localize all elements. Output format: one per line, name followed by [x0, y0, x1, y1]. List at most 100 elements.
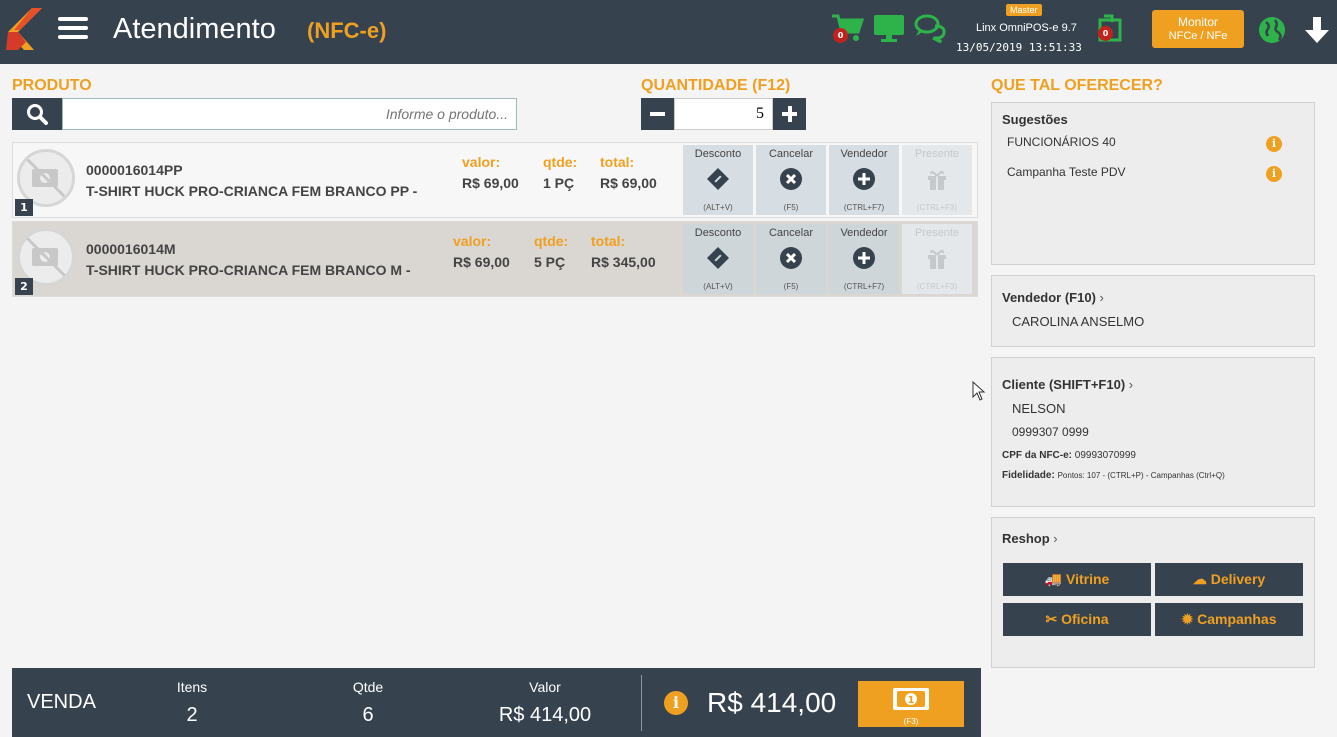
item-code: 0000016014PP [86, 162, 183, 178]
add-icon [853, 247, 875, 269]
grand-total: R$ 414,00 [707, 687, 837, 718]
monitor-icon[interactable] [872, 12, 906, 44]
product-search-input[interactable] [62, 98, 517, 130]
cancel-icon [780, 247, 802, 269]
datetime-text: 13/05/2019 13:51:33 [956, 41, 1082, 54]
cancelar-key: (F5) [783, 282, 799, 291]
cancelar-button[interactable]: Cancelar (F5) [756, 224, 826, 294]
campanhas-button[interactable]: ✹ Campanhas [1155, 603, 1303, 636]
quantity-decrease-button[interactable] [641, 98, 674, 130]
chat-icon[interactable] [913, 12, 947, 44]
info-icon[interactable]: i [1266, 166, 1282, 182]
logo [6, 8, 42, 50]
item-description: T-SHIRT HUCK PRO-CRIANCA FEM BRANCO M - [86, 262, 411, 278]
vendedor-button[interactable]: Vendedor (CTRL+F7) [829, 224, 899, 294]
truck-icon: 🚚 [1044, 571, 1063, 587]
version-text: Linx OmniPOS-e 9.7 [976, 22, 1077, 34]
vendedor-label: Vendedor [840, 148, 888, 160]
item-qtde-label: qtde: [534, 233, 569, 249]
presente-button[interactable]: Presente (CTRL+F3) [902, 145, 972, 215]
vendedor-name: CAROLINA ANSELMO [1012, 314, 1145, 329]
money-icon: 1 [893, 688, 929, 710]
cpf-line: CPF da NFC-e: 09993070999 [1002, 450, 1136, 461]
item-row[interactable]: 2 0000016014M T-SHIRT HUCK PRO-CRIANCA F… [12, 221, 978, 297]
menu-icon[interactable] [58, 17, 88, 43]
presente-key: (CTRL+F3) [916, 203, 958, 212]
arrow-down-icon[interactable] [1300, 14, 1334, 46]
cliente-panel[interactable]: Cliente (SHIFT+F10) › NELSON 0999307 099… [991, 357, 1315, 507]
page-title: Atendimento [113, 13, 276, 45]
item-valor: R$ 69,00 [462, 175, 519, 191]
globe-icon[interactable] [1258, 16, 1286, 44]
presente-button[interactable]: Presente (CTRL+F3) [902, 224, 972, 294]
item-valor: R$ 69,00 [453, 254, 510, 270]
pay-button[interactable]: 1 (F3) [858, 681, 964, 727]
gift-icon [928, 170, 946, 190]
itens-value: 2 [186, 704, 198, 726]
sugestoes-title: Sugestões [1002, 112, 1068, 127]
item-row[interactable]: 1 0000016014PP T-SHIRT HUCK PRO-CRIANCA … [12, 142, 978, 218]
vendedor-key: (CTRL+F7) [843, 203, 885, 212]
valor-value: R$ 414,00 [498, 704, 592, 726]
vitrine-button[interactable]: 🚚 Vitrine [1003, 563, 1151, 596]
desconto-label: Desconto [694, 148, 742, 160]
sale-summary-bar: VENDA Itens 2 Qtde 6 Valor R$ 414,00 i R… [12, 668, 981, 737]
monitor-nfce-button[interactable]: Monitor NFCe / NFe [1152, 10, 1244, 48]
offer-title: QUE TAL OFERECER? [991, 77, 1163, 94]
vendedor-button[interactable]: Vendedor (CTRL+F7) [829, 145, 899, 215]
cancelar-button[interactable]: Cancelar (F5) [756, 145, 826, 215]
fidelidade-line: Fidelidade: Pontos: 107 - (CTRL+P) - Cam… [1002, 470, 1225, 481]
valor-label: Valor [529, 679, 561, 695]
item-code: 0000016014M [86, 241, 176, 257]
cliente-phone: 0999307 0999 [1012, 425, 1089, 439]
item-number: 2 [15, 278, 33, 295]
oficina-button[interactable]: ✂ Oficina [1003, 603, 1151, 636]
sync-count-badge: 0 [1098, 26, 1113, 41]
desconto-key: (ALT+V) [703, 203, 733, 212]
gift-icon [928, 249, 946, 269]
item-valor-label: valor: [453, 233, 492, 249]
desconto-label: Desconto [694, 227, 742, 239]
item-total: R$ 69,00 [600, 175, 657, 191]
footer-divider [641, 675, 642, 731]
search-button[interactable] [12, 98, 62, 130]
quantity-label: QUANTIDADE (F12) [641, 77, 791, 94]
desconto-button[interactable]: Desconto (ALT+V) [683, 224, 753, 294]
item-qtde: 5 PÇ [534, 254, 566, 270]
master-badge: Master [1006, 4, 1042, 16]
delivery-button[interactable]: ☁ Delivery [1155, 563, 1303, 596]
ticket-icon [707, 247, 729, 269]
cloud-icon: ☁ [1192, 571, 1207, 587]
vendedor-panel[interactable]: Vendedor (F10) › CAROLINA ANSELMO [991, 275, 1315, 347]
gear-icon: ✹ [1181, 611, 1194, 627]
info-icon[interactable]: i [664, 691, 688, 715]
item-qtde: 1 PÇ [543, 175, 575, 191]
cancelar-label: Cancelar [768, 227, 814, 239]
item-valor-label: valor: [462, 154, 501, 170]
desconto-button[interactable]: Desconto (ALT+V) [683, 145, 753, 215]
monitor-button-sublabel: NFCe / NFe [1168, 30, 1228, 42]
item-total-label: total: [600, 154, 635, 170]
top-bar: Atendimento (NFC-e) 0 Master Linx OmniPO… [0, 0, 1337, 64]
cancelar-label: Cancelar [768, 148, 814, 160]
item-description: T-SHIRT HUCK PRO-CRIANCA FEM BRANCO PP - [86, 183, 418, 199]
cliente-name: NELSON [1012, 401, 1066, 416]
quantity-input[interactable] [674, 98, 773, 130]
itens-label: Itens [176, 679, 208, 695]
sugestao-item[interactable]: FUNCIONÁRIOS 40 [1007, 135, 1116, 149]
cart-count-badge: 0 [833, 28, 848, 43]
reshop-title[interactable]: Reshop › [1002, 531, 1058, 546]
sugestao-item[interactable]: Campanha Teste PDV [1007, 165, 1126, 179]
quantity-increase-button[interactable] [773, 98, 806, 130]
search-icon [27, 104, 48, 125]
mouse-cursor-icon [972, 381, 986, 401]
cancelar-key: (F5) [783, 203, 799, 212]
presente-label: Presente [914, 227, 960, 239]
info-icon[interactable]: i [1266, 136, 1282, 152]
pay-key: (F3) [903, 717, 919, 726]
cliente-panel-title[interactable]: Cliente (SHIFT+F10) › [1002, 377, 1133, 392]
vendedor-panel-title[interactable]: Vendedor (F10) › [1002, 290, 1104, 305]
item-total: R$ 345,00 [591, 254, 656, 270]
vendedor-key: (CTRL+F7) [843, 282, 885, 291]
svg-text:1: 1 [908, 695, 915, 706]
